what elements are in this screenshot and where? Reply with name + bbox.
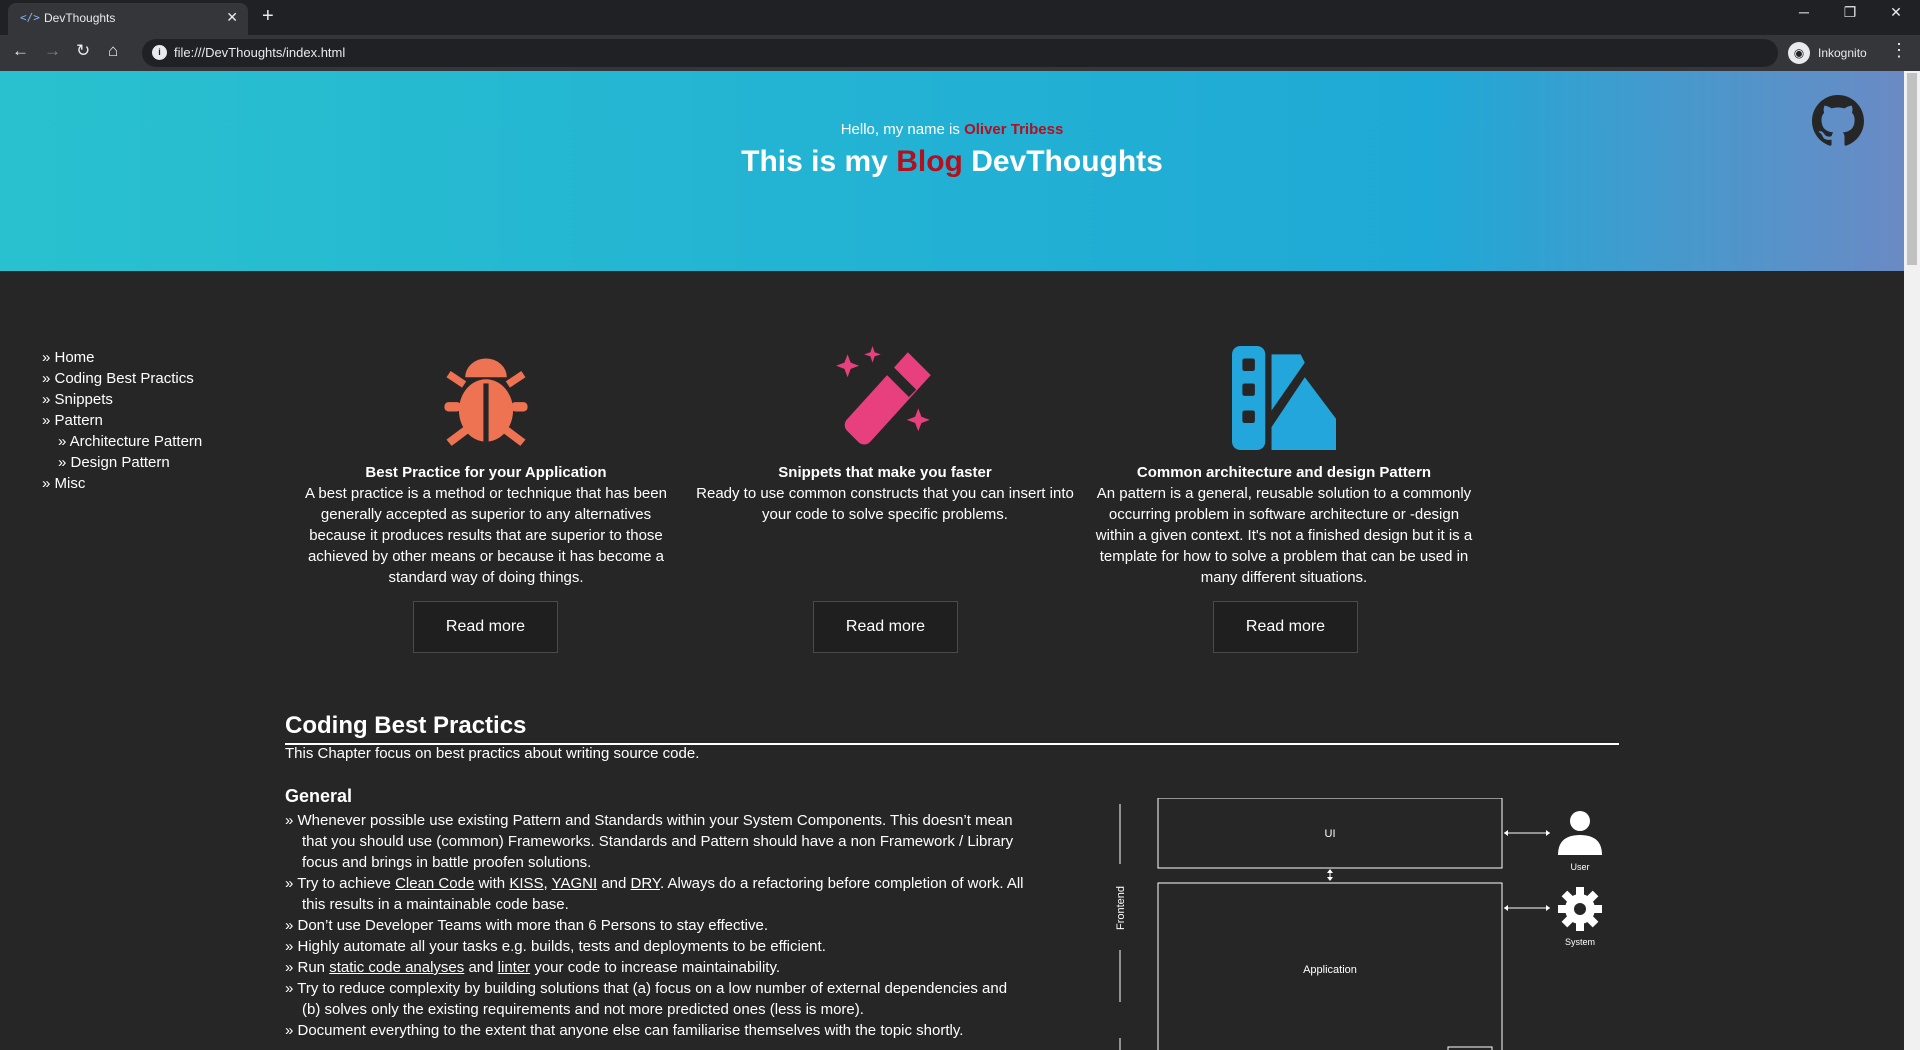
subsection-title: General xyxy=(285,786,353,806)
greeting-text: Hello, my name is xyxy=(840,121,960,138)
link-kiss[interactable]: KISS xyxy=(509,875,543,892)
user-label: User xyxy=(1570,862,1589,872)
link-clean-code[interactable]: Clean Code xyxy=(395,875,474,892)
list-item: » Try to reduce complexity by building s… xyxy=(285,980,1008,1018)
site-info-icon[interactable]: i xyxy=(152,45,167,60)
page-viewport: Hello, my name is Oliver Tribess This is… xyxy=(0,71,1904,1050)
close-window-icon[interactable]: ✕ xyxy=(1876,4,1916,21)
card-text: Ready to use common constructs that you … xyxy=(696,485,1074,523)
incognito-indicator[interactable]: ◉ Inkognito xyxy=(1788,42,1878,64)
list-item: » Try to achieve Clean Code with KISS, Y… xyxy=(285,875,1024,913)
user-icon xyxy=(1558,811,1602,855)
hero-greeting: Hello, my name is Oliver Tribess xyxy=(0,121,1904,138)
incognito-label: Inkognito xyxy=(1818,46,1867,60)
minimize-icon[interactable]: ─ xyxy=(1784,4,1824,20)
frontend-label: Frontend xyxy=(1115,886,1127,930)
incognito-icon: ◉ xyxy=(1788,42,1810,64)
nav-link-misc[interactable]: » Misc xyxy=(42,473,202,494)
card-text: An pattern is a general, reusable soluti… xyxy=(1095,485,1473,586)
ui-label: UI xyxy=(1325,828,1336,840)
hero-header: Hello, my name is Oliver Tribess This is… xyxy=(0,71,1904,271)
page-scrollbar[interactable] xyxy=(1904,71,1920,1050)
scrollbar-thumb[interactable] xyxy=(1907,73,1917,265)
card-title: Best Practice for your Application xyxy=(365,464,607,481)
back-icon[interactable]: ← xyxy=(12,41,29,61)
nav-link-coding-best-practics[interactable]: » Coding Best Practics xyxy=(42,368,202,389)
browser-menu-icon[interactable]: ⋮ xyxy=(1890,40,1908,61)
architecture-diagram: Frontend UI Application User System xyxy=(1115,798,1602,1050)
card-best-practice: Best Practice for your Application A bes… xyxy=(291,346,681,588)
list-item: » Document everything to the extent that… xyxy=(285,1022,964,1039)
link-static-code-analyses[interactable]: static code analyses xyxy=(329,959,464,976)
browser-tab-bar: </> DevThoughts ✕ + ─ ❐ ✕ xyxy=(0,0,1920,35)
swatchbook-icon xyxy=(1232,346,1336,450)
url-text[interactable]: file:///DevThoughts/index.html xyxy=(174,45,345,60)
title-suffix: DevThoughts xyxy=(971,145,1163,178)
bug-icon xyxy=(444,358,528,446)
side-navigation: » Home » Coding Best Practics » Snippets… xyxy=(42,347,202,494)
system-label: System xyxy=(1565,937,1595,947)
list-item: » Whenever possible use existing Pattern… xyxy=(285,812,1014,871)
list-item: » Run static code analyses and linter yo… xyxy=(285,959,781,976)
tab-title: DevThoughts xyxy=(44,11,116,25)
card-text: A best practice is a method or technique… xyxy=(305,485,667,586)
code-icon: </> xyxy=(20,11,40,24)
nav-link-design-pattern[interactable]: » Design Pattern xyxy=(42,452,202,473)
page-title: This is my Blog DevThoughts xyxy=(0,145,1904,179)
magic-wand-icon xyxy=(836,346,931,445)
restore-icon[interactable]: ❐ xyxy=(1830,4,1870,21)
read-more-button-snippets[interactable]: Read more xyxy=(813,601,958,653)
link-dry[interactable]: DRY xyxy=(631,875,660,892)
link-yagni[interactable]: YAGNI xyxy=(552,875,598,892)
card-snippets: Snippets that make you faster Ready to u… xyxy=(690,346,1080,525)
link-linter[interactable]: linter xyxy=(498,959,531,976)
nav-link-snippets[interactable]: » Snippets xyxy=(42,389,202,410)
close-tab-icon[interactable]: ✕ xyxy=(226,9,238,26)
title-prefix: This is my xyxy=(741,145,888,178)
card-pattern: Common architecture and design Pattern A… xyxy=(1089,346,1479,588)
new-tab-icon[interactable]: + xyxy=(262,5,274,28)
card-title: Common architecture and design Pattern xyxy=(1136,464,1432,481)
nav-link-pattern[interactable]: » Pattern xyxy=(42,410,202,431)
github-icon[interactable] xyxy=(1812,95,1864,147)
reload-icon[interactable]: ↻ xyxy=(76,41,90,61)
nav-link-architecture-pattern[interactable]: » Architecture Pattern xyxy=(42,431,202,452)
title-accent: Blog xyxy=(896,145,963,178)
home-icon[interactable]: ⌂ xyxy=(108,41,118,61)
browser-tab[interactable]: </> DevThoughts ✕ xyxy=(8,3,248,35)
nav-link-home[interactable]: » Home xyxy=(42,347,202,368)
list-item: » Don’t use Developer Teams with more th… xyxy=(285,917,769,934)
list-item: » Highly automate all your tasks e.g. bu… xyxy=(285,938,826,955)
read-more-button-pattern[interactable]: Read more xyxy=(1213,601,1358,653)
forward-icon[interactable]: → xyxy=(44,41,61,61)
card-title: Snippets that make you faster xyxy=(778,464,992,481)
section-intro: This Chapter focus on best practics abou… xyxy=(285,745,700,762)
read-more-button-best-practice[interactable]: Read more xyxy=(413,601,558,653)
browser-toolbar: ← → ↻ ⌂ i file:///DevThoughts/index.html… xyxy=(0,35,1920,71)
gear-icon xyxy=(1558,887,1602,931)
author-name: Oliver Tribess xyxy=(964,121,1064,138)
best-practice-list: » Whenever possible use existing Pattern… xyxy=(285,810,1025,1041)
section-title: Coding Best Practics xyxy=(285,712,527,739)
address-bar[interactable]: i file:///DevThoughts/index.html xyxy=(142,39,1778,67)
application-label: Application xyxy=(1303,964,1357,976)
